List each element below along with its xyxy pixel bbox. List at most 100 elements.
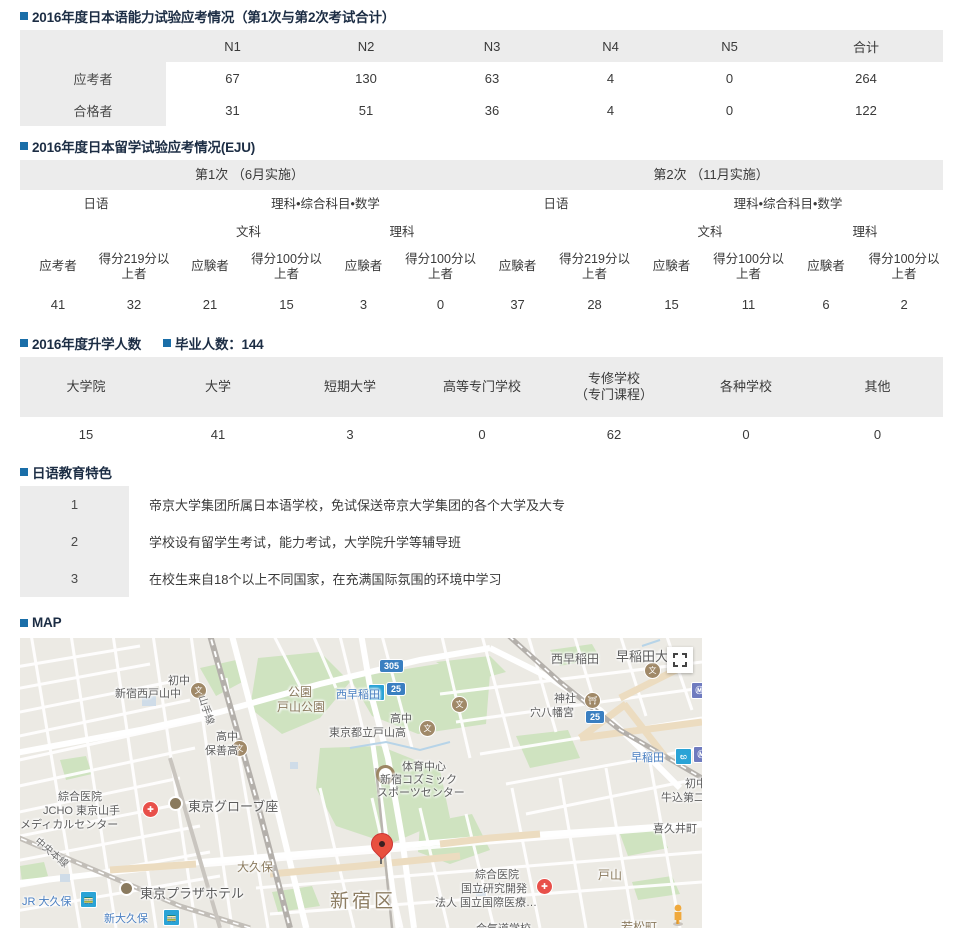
shinro-val-4: 62 xyxy=(548,417,680,452)
section-heading-shinro: 2016年度升学人数 毕业人数：144 xyxy=(0,327,963,357)
jlpt-r1c5: 0 xyxy=(670,94,789,126)
feature-index-2: 3 xyxy=(20,560,129,597)
sports-center-poi-icon[interactable] xyxy=(376,765,395,784)
eju-val-11: 2 xyxy=(865,290,944,323)
eju-value-row: 41 32 21 15 3 0 37 28 15 11 6 2 xyxy=(20,290,944,323)
shinro-val-6: 0 xyxy=(812,417,943,452)
map-heading-text: MAP xyxy=(32,615,62,630)
jlpt-col-2: N2 xyxy=(299,30,433,62)
shinro-val-5: 0 xyxy=(680,417,812,452)
shinro-val-3: 0 xyxy=(416,417,548,452)
station-badge-metro-a[interactable]: Ⓜ xyxy=(691,682,702,699)
jlpt-r1c4: 4 xyxy=(551,94,670,126)
eju-hdr-2: 应験者 xyxy=(172,245,248,291)
eju-val-3: 15 xyxy=(248,290,325,323)
eju-val-5: 0 xyxy=(402,290,480,323)
school-poi-icon[interactable]: 文 xyxy=(644,662,661,679)
shinro-col-0: 大学院 xyxy=(20,357,152,417)
shinro-col-4-line2: （专门课程） xyxy=(574,387,653,402)
theater-poi-icon[interactable] xyxy=(168,796,183,811)
feature-index-1: 2 xyxy=(20,523,129,560)
station-badge-nishiwaseda[interactable]: ඟ xyxy=(368,684,385,701)
feature-text-2: 在校生来自18个以上不同国家，在充满国际氛围的环境中学习 xyxy=(129,560,943,597)
jlpt-col-1: N1 xyxy=(166,30,299,62)
square-bullet-icon xyxy=(20,142,28,150)
feature-text-0: 帝京大学集团所属日本语学校，免试保送帝京大学集团的各个大学及大专 xyxy=(129,486,943,523)
jlpt-table: N1 N2 N3 N4 N5 合计 应考者 67 130 63 4 0 264 … xyxy=(20,30,943,126)
eju-session-1: 第2次 （11月实施） xyxy=(479,160,944,191)
eju-hdr-10: 应験者 xyxy=(787,245,866,291)
feature-text-1: 学校设有留学生考试，能力考试，大学院升学等辅导班 xyxy=(129,523,943,560)
eju-table: 第1次 （6月实施） 第2次 （11月实施） 日语 理科•综合科目•数学 日语 … xyxy=(20,160,944,323)
jlpt-row-1-label: 合格者 xyxy=(20,94,166,126)
eju-val-1: 32 xyxy=(96,290,172,323)
jlpt-row-0-label: 应考者 xyxy=(20,62,166,94)
shinro-col-2: 短期大学 xyxy=(284,357,416,417)
table-row: 应考者 67 130 63 4 0 264 xyxy=(20,62,943,94)
jlpt-r1c1: 31 xyxy=(166,94,299,126)
eju-subject-row: 日语 理科•综合科目•数学 日语 理科•综合科目•数学 xyxy=(20,190,944,220)
eju-hdr-8: 应験者 xyxy=(633,245,711,291)
section-heading-eju: 2016年度日本留学试验应考情况(EJU) xyxy=(0,130,963,160)
table-row: 15 41 3 0 62 0 0 xyxy=(20,417,943,452)
eju-subject-0: 日语 xyxy=(20,190,172,220)
square-bullet-icon xyxy=(20,339,28,347)
shinro-col-6: 其他 xyxy=(812,357,943,417)
eju-hdr-9: 得分100分以上者 xyxy=(710,245,788,291)
school-poi-icon[interactable]: 文 xyxy=(231,740,248,757)
hospital-poi-icon[interactable]: ✚ xyxy=(536,878,553,895)
jlpt-r0c6: 264 xyxy=(789,62,943,94)
statistics-page: 2016年度日本语能力试验应考情况（第1次与第2次考试合计） N1 N2 N3 … xyxy=(0,0,963,928)
eju-hdr-11: 得分100分以上者 xyxy=(865,245,944,291)
shinro-col-5: 各种学校 xyxy=(680,357,812,417)
map-canvas[interactable]: 305 25 25 文 文 文 文 文 文 ⛩ ✚ ✚ 文 ඟ ඟ 🚃 🚃 Ⓜ … xyxy=(20,638,702,928)
shinro-col-4: 专修学校 （专门课程） xyxy=(548,357,680,417)
street-view-pegman-icon[interactable] xyxy=(671,904,685,926)
route-shield-25-a: 25 xyxy=(386,682,407,696)
eju-hdr-7: 得分219分以上者 xyxy=(556,245,634,291)
graduates-count: 毕业人数：144 xyxy=(163,333,264,353)
table-row: 合格者 31 51 36 4 0 122 xyxy=(20,94,943,126)
eju-val-7: 28 xyxy=(556,290,634,323)
jlpt-r1c2: 51 xyxy=(299,94,433,126)
table-header-row: N1 N2 N3 N4 N5 合计 xyxy=(20,30,943,62)
list-item: 1 帝京大学集团所属日本语学校，免试保送帝京大学集团的各个大学及大专 xyxy=(20,486,943,523)
eju-val-0: 41 xyxy=(20,290,96,323)
eju-hdr-0: 应考者 xyxy=(20,245,96,291)
shinro-heading-text: 2016年度升学人数 xyxy=(32,337,142,352)
eju-hdr-1: 得分219分以上者 xyxy=(96,245,172,291)
eju-stream-spacer-0 xyxy=(20,219,172,246)
fullscreen-expand-glyph xyxy=(673,653,687,667)
route-shield-305: 305 xyxy=(379,659,405,673)
jlpt-r0c4: 4 xyxy=(551,62,670,94)
eju-val-4: 3 xyxy=(325,290,402,323)
list-item: 3 在校生来自18个以上不同国家，在充满国际氛围的环境中学习 xyxy=(20,560,943,597)
eju-session-0: 第1次 （6月实施） xyxy=(20,160,480,191)
eju-subject-3: 理科•综合科目•数学 xyxy=(633,190,944,220)
eju-stream-3: 理科 xyxy=(787,219,944,246)
station-badge-waseda[interactable]: ඟ xyxy=(675,748,692,765)
station-badge-shin-okubo[interactable]: 🚃 xyxy=(163,909,180,926)
square-bullet-icon xyxy=(20,468,28,476)
jlpt-col-0 xyxy=(20,30,166,62)
school-poi-icon[interactable]: 文 xyxy=(451,696,468,713)
eju-val-10: 6 xyxy=(787,290,866,323)
station-badge-jr-okubo[interactable]: 🚃 xyxy=(80,891,97,908)
hospital-poi-icon[interactable]: ✚ xyxy=(142,801,159,818)
table-header-row: 大学院 大学 短期大学 高等专门学校 专修学校 （专门课程） 各种学校 其他 xyxy=(20,357,943,417)
school-poi-icon[interactable]: 文 xyxy=(190,682,207,699)
eju-stream-2: 文科 xyxy=(633,219,788,246)
hotel-poi-icon[interactable] xyxy=(119,881,134,896)
eju-subject-1: 理科•综合科目•数学 xyxy=(172,190,480,220)
eju-val-8: 15 xyxy=(633,290,711,323)
fullscreen-expand-icon[interactable] xyxy=(667,647,693,673)
jlpt-r0c3: 63 xyxy=(433,62,551,94)
shinro-col-1: 大学 xyxy=(152,357,284,417)
feature-index-0: 1 xyxy=(20,486,129,523)
shinro-val-2: 3 xyxy=(284,417,416,452)
eju-stream-row: 文科 理科 文科 理科 xyxy=(20,219,944,246)
eju-val-9: 11 xyxy=(710,290,788,323)
shrine-poi-icon[interactable]: ⛩ xyxy=(584,692,601,709)
station-badge-metro-b[interactable]: Ⓜ xyxy=(693,746,702,763)
school-poi-icon[interactable]: 文 xyxy=(419,720,436,737)
